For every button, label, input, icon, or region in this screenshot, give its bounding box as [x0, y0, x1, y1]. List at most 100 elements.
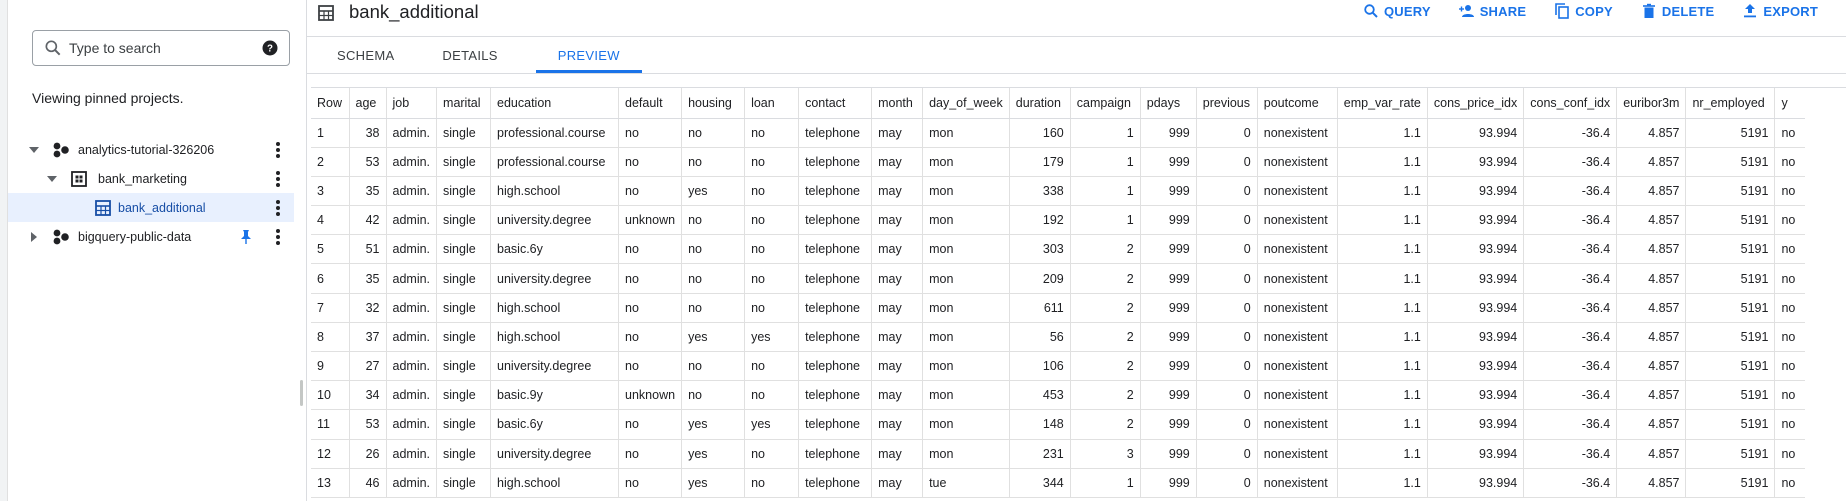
table-cell[interactable]: telephone [798, 234, 872, 265]
table-cell[interactable]: no [744, 234, 799, 265]
table-cell[interactable]: single [436, 205, 491, 236]
table-cell[interactable]: yes [681, 409, 745, 440]
table-cell[interactable]: 5191 [1685, 380, 1775, 411]
table-cell[interactable]: -36.4 [1523, 234, 1617, 265]
table-cell[interactable]: 1.1 [1336, 409, 1428, 440]
table-cell[interactable]: nonexistent [1256, 351, 1338, 382]
table-cell[interactable]: -36.4 [1523, 322, 1617, 353]
table-cell[interactable]: 160 [1008, 118, 1071, 148]
tab-schema[interactable]: SCHEMA [331, 37, 400, 73]
table-cell[interactable]: 999 [1139, 468, 1197, 498]
table-cell[interactable]: 0 [1195, 439, 1258, 469]
table-cell[interactable]: no [681, 293, 745, 323]
table-cell[interactable]: may [871, 147, 923, 177]
table-cell[interactable]: telephone [798, 351, 872, 382]
table-cell[interactable]: 35 [348, 176, 386, 207]
table-cell[interactable]: 7 [311, 293, 349, 323]
caret-right-icon[interactable] [26, 229, 42, 245]
table-cell[interactable]: unknown [618, 380, 682, 411]
table-cell[interactable]: 209 [1008, 263, 1071, 294]
table-cell[interactable]: no [744, 380, 799, 411]
table-cell[interactable]: 93.994 [1426, 205, 1524, 236]
table-cell[interactable]: admin. [385, 263, 437, 294]
column-header[interactable]: cons_conf_idx [1523, 88, 1617, 119]
table-cell[interactable]: telephone [798, 205, 872, 236]
column-header[interactable]: pdays [1139, 88, 1197, 119]
table-cell[interactable]: 12 [311, 439, 349, 469]
table-cell[interactable]: 4 [311, 205, 349, 236]
tree-item-bank-additional[interactable]: bank_additional [8, 193, 294, 222]
table-cell[interactable]: 56 [1008, 322, 1071, 353]
table-cell[interactable]: nonexistent [1256, 380, 1338, 411]
table-cell[interactable]: 4.857 [1616, 351, 1686, 382]
table-cell[interactable]: 999 [1139, 205, 1197, 236]
table-row[interactable]: 11 53 admin. single basic.6y no yes yes telephon… [311, 409, 1805, 440]
table-cell[interactable]: 5191 [1685, 176, 1775, 207]
table-cell[interactable]: 2 [311, 147, 349, 177]
table-cell[interactable]: mon [922, 176, 1010, 207]
table-cell[interactable]: 93.994 [1426, 147, 1524, 177]
caret-down-icon[interactable] [44, 171, 60, 187]
table-cell[interactable]: 2 [1069, 234, 1141, 265]
more-vert-icon[interactable] [270, 140, 286, 160]
table-cell[interactable]: 106 [1008, 351, 1071, 382]
table-cell[interactable]: 1.1 [1336, 468, 1428, 498]
table-cell[interactable]: 51 [348, 234, 386, 265]
table-cell[interactable]: no [681, 351, 745, 382]
table-cell[interactable]: mon [922, 147, 1010, 177]
table-cell[interactable]: -36.4 [1523, 468, 1617, 498]
table-cell[interactable]: mon [922, 409, 1010, 440]
table-cell[interactable]: 93.994 [1426, 263, 1524, 294]
table-cell[interactable]: 1.1 [1336, 293, 1428, 323]
table-cell[interactable]: no [744, 439, 799, 469]
table-cell[interactable]: professional.course [490, 118, 619, 148]
table-cell[interactable]: university.degree [490, 439, 619, 469]
table-cell[interactable]: 0 [1195, 147, 1258, 177]
table-cell[interactable]: 0 [1195, 205, 1258, 236]
pin-icon[interactable] [238, 229, 254, 245]
column-header[interactable]: previous [1195, 88, 1258, 119]
table-cell[interactable]: admin. [385, 409, 437, 440]
table-cell[interactable]: -36.4 [1523, 409, 1617, 440]
table-cell[interactable]: may [871, 439, 923, 469]
table-cell[interactable]: may [871, 351, 923, 382]
table-cell[interactable]: 1.1 [1336, 380, 1428, 411]
table-cell[interactable]: high.school [490, 176, 619, 207]
table-cell[interactable]: no [681, 263, 745, 294]
table-cell[interactable]: no [1774, 468, 1805, 498]
table-cell[interactable]: no [744, 147, 799, 177]
column-header[interactable]: poutcome [1256, 88, 1338, 119]
table-cell[interactable]: nonexistent [1256, 118, 1338, 148]
column-header[interactable]: Row [311, 88, 349, 119]
table-cell[interactable]: yes [681, 322, 745, 353]
table-cell[interactable]: admin. [385, 176, 437, 207]
table-cell[interactable]: no [618, 351, 682, 382]
table-cell[interactable]: telephone [798, 118, 872, 148]
table-cell[interactable]: 611 [1008, 293, 1071, 323]
table-cell[interactable]: 4.857 [1616, 147, 1686, 177]
table-cell[interactable]: no [1774, 147, 1805, 177]
table-cell[interactable]: 999 [1139, 322, 1197, 353]
table-cell[interactable]: single [436, 293, 491, 323]
table-cell[interactable]: telephone [798, 409, 872, 440]
column-header[interactable]: y [1774, 88, 1805, 119]
more-vert-icon[interactable] [270, 169, 286, 189]
table-cell[interactable]: 13 [311, 468, 349, 498]
table-cell[interactable]: telephone [798, 293, 872, 323]
table-cell[interactable]: 231 [1008, 439, 1071, 469]
table-cell[interactable]: may [871, 322, 923, 353]
tab-details[interactable]: DETAILS [436, 37, 503, 73]
table-cell[interactable]: no [744, 263, 799, 294]
table-cell[interactable]: admin. [385, 205, 437, 236]
column-header[interactable]: euribor3m [1616, 88, 1686, 119]
table-cell[interactable]: admin. [385, 439, 437, 469]
table-cell[interactable]: 148 [1008, 409, 1071, 440]
table-cell[interactable]: 303 [1008, 234, 1071, 265]
table-cell[interactable]: nonexistent [1256, 322, 1338, 353]
column-header[interactable]: default [618, 88, 682, 119]
column-header[interactable]: duration [1008, 88, 1071, 119]
table-cell[interactable]: may [871, 409, 923, 440]
table-cell[interactable]: 4.857 [1616, 409, 1686, 440]
table-cell[interactable]: 0 [1195, 380, 1258, 411]
table-cell[interactable]: 93.994 [1426, 439, 1524, 469]
